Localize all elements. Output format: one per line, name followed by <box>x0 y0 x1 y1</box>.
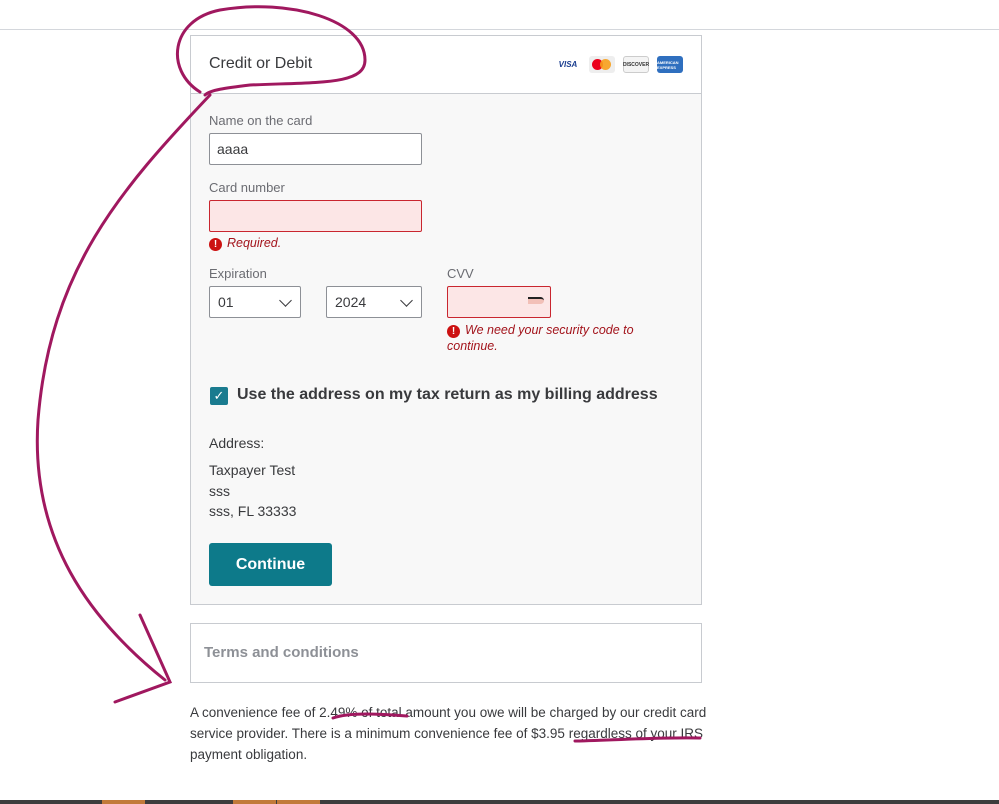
billing-address-checkbox-label[interactable]: Use the address on my tax return as my b… <box>237 386 658 404</box>
error-text: We need your security code to continue. <box>447 323 634 353</box>
address-line: sss, FL 33333 <box>209 503 297 519</box>
taskbar <box>0 800 999 804</box>
visa-icon: VISA <box>555 56 581 73</box>
terms-label: Terms and conditions <box>204 644 359 661</box>
credit-debit-panel: Credit or Debit VISA DISCOVER AMERICAN E… <box>190 35 702 605</box>
error-icon: ! <box>447 325 460 338</box>
error-text: Required. <box>227 236 282 250</box>
card-number-error: ! Required. <box>209 235 281 251</box>
header-divider <box>0 29 999 30</box>
year-value: 2024 <box>335 294 367 310</box>
panel-title: Credit or Debit <box>209 55 313 72</box>
continue-button[interactable]: Continue <box>209 543 332 586</box>
convenience-fee-notice: A convenience fee of 2.49% of total amou… <box>190 705 707 762</box>
error-icon: ! <box>209 238 222 251</box>
card-logos: VISA DISCOVER AMERICAN EXPRESS <box>555 56 683 73</box>
terms-and-conditions-accordion[interactable]: Terms and conditions <box>190 623 702 683</box>
cvv-card-icon <box>528 297 544 304</box>
billing-address-checkbox[interactable]: ✓ <box>210 387 228 405</box>
panel-header: Credit or Debit VISA DISCOVER AMERICAN E… <box>191 36 701 94</box>
cvv-error: ! We need your security code to continue. <box>447 322 657 354</box>
expiration-label: Expiration <box>209 266 267 281</box>
cvv-input[interactable] <box>447 286 551 318</box>
card-number-input[interactable] <box>209 200 422 232</box>
chevron-down-icon <box>279 294 292 307</box>
mastercard-icon <box>589 56 615 73</box>
chevron-down-icon <box>400 294 413 307</box>
card-number-label: Card number <box>209 180 285 195</box>
name-label: Name on the card <box>209 113 313 128</box>
address-line: Taxpayer Test <box>209 462 296 478</box>
cvv-label: CVV <box>447 266 474 281</box>
address-line: sss <box>209 483 230 499</box>
name-on-card-input[interactable]: aaaa <box>209 133 422 165</box>
month-value: 01 <box>218 294 234 310</box>
address-label: Address: <box>209 435 265 451</box>
amex-icon: AMERICAN EXPRESS <box>657 56 683 73</box>
expiration-month-select[interactable]: 01 <box>209 286 301 318</box>
discover-icon: DISCOVER <box>623 56 649 73</box>
expiration-year-select[interactable]: 2024 <box>326 286 422 318</box>
